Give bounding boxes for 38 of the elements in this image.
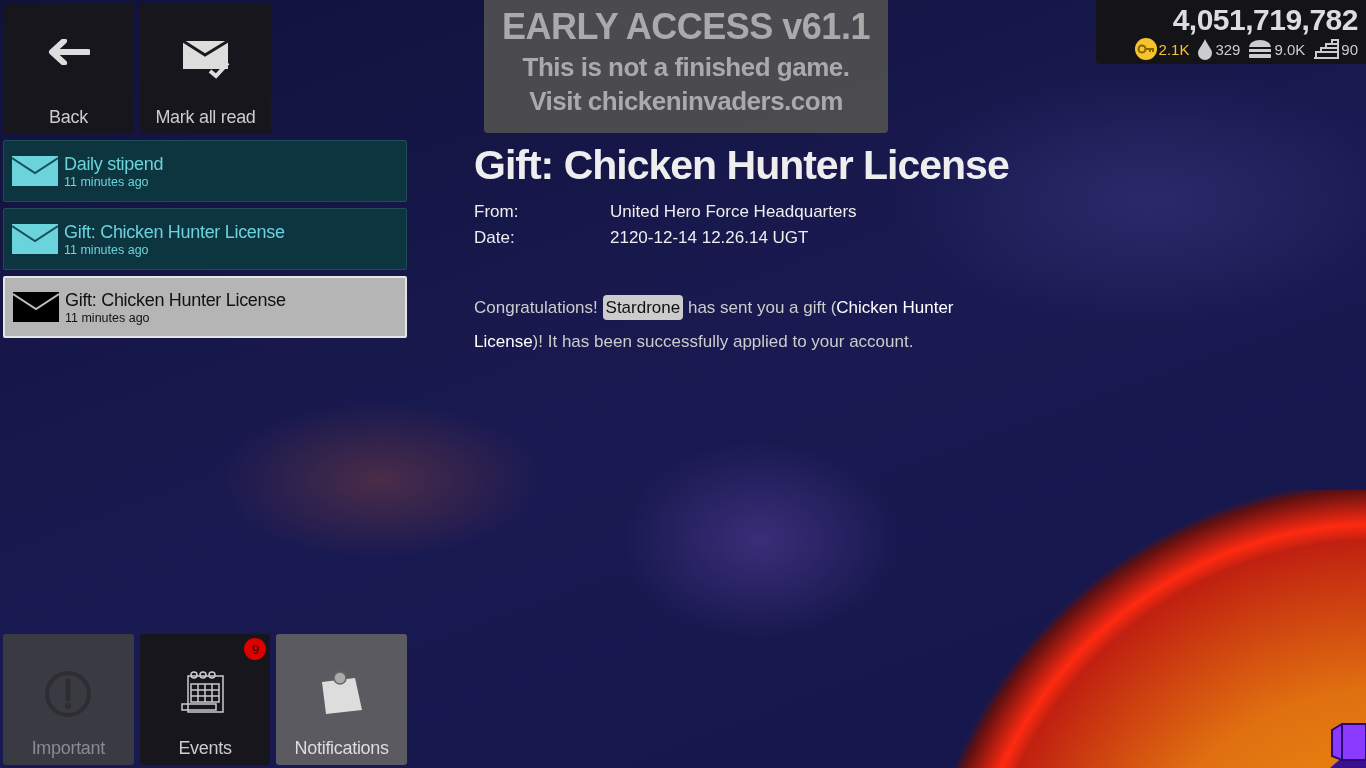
notifications-tab[interactable]: Notifications xyxy=(276,634,407,765)
back-button[interactable]: Back xyxy=(3,3,134,134)
message-item[interactable]: Gift: Chicken Hunter License 11 minutes ago xyxy=(3,276,407,338)
banner-text: This is not a finished game. xyxy=(522,51,850,84)
message-title: Gift: Chicken Hunter License xyxy=(65,289,286,311)
message-time: 11 minutes ago xyxy=(64,242,150,257)
envelope-icon xyxy=(13,292,59,322)
sender-name[interactable]: Stardrone xyxy=(602,295,684,320)
message-item[interactable]: Gift: Chicken Hunter License 11 minutes ago xyxy=(3,208,407,270)
drop-icon xyxy=(1197,38,1214,60)
message-body: Congratulations! Stardrone has sent you a gift (Chicken Hunter License)! It has been successfully applied to your account. xyxy=(474,291,994,359)
resource-value: 90 xyxy=(1341,40,1358,58)
envelope-icon xyxy=(12,224,58,254)
field-label: From: xyxy=(474,201,520,223)
field-value: 2120-12-14 12.26.14 UGT xyxy=(610,227,810,249)
resource-value: 2.1K xyxy=(1158,40,1190,58)
message-title: Gift: Chicken Hunter License xyxy=(64,221,285,243)
mark-all-read-button[interactable]: Mark all read xyxy=(140,3,271,134)
count-badge: 9 xyxy=(244,638,267,660)
envelope-icon xyxy=(12,156,58,186)
stairs-icon xyxy=(1313,39,1340,59)
resource-value: 329 xyxy=(1215,40,1241,58)
burger-icon xyxy=(1248,39,1273,59)
banner-text: Visit chickeninvaders.com xyxy=(529,85,843,118)
message-heading: Gift: Chicken Hunter License xyxy=(474,141,1010,189)
field-label: Date: xyxy=(474,227,516,249)
score-value: 4,051,719,782 xyxy=(1172,2,1358,38)
key-coin-icon xyxy=(1134,38,1157,60)
resource-value: 9.0K xyxy=(1274,40,1306,58)
banner-title: EARLY ACCESS v61.1 xyxy=(502,5,870,49)
envelope-check-icon xyxy=(181,39,230,79)
message-time: 11 minutes ago xyxy=(64,174,150,189)
message-item[interactable]: Daily stipend 11 minutes ago xyxy=(3,140,407,202)
message-title: Daily stipend xyxy=(64,153,164,175)
events-tab[interactable]: Events 9 xyxy=(139,634,271,765)
back-arrow-icon xyxy=(47,39,90,65)
field-value: United Hero Force Headquarters xyxy=(610,201,858,223)
message-time: 11 minutes ago xyxy=(65,310,151,325)
